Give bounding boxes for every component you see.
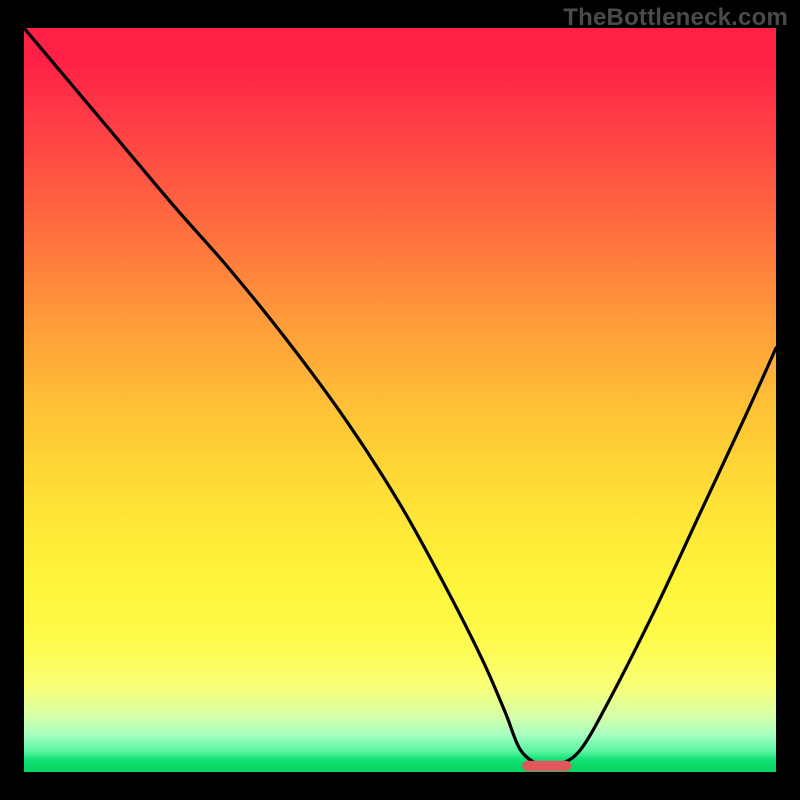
bottleneck-curve: [24, 28, 776, 766]
chart-frame: TheBottleneck.com: [0, 0, 800, 800]
plot-area: [24, 28, 776, 772]
optimal-marker: [522, 761, 571, 771]
curve-layer: [24, 28, 776, 772]
watermark-text: TheBottleneck.com: [563, 4, 788, 32]
